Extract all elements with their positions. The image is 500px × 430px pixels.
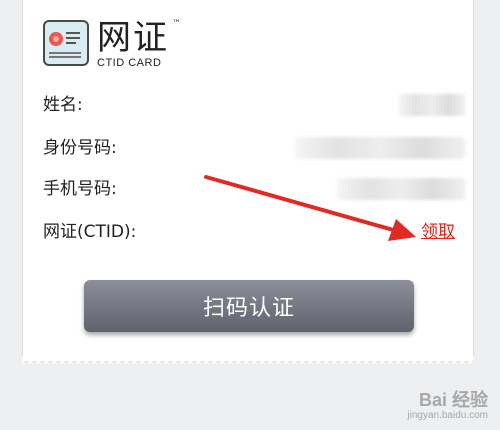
trademark-mark: ™: [172, 19, 183, 29]
field-label-id-number: 身份号码:: [43, 138, 117, 158]
field-label-phone: 手机号码:: [43, 179, 117, 199]
brand-subtitle: CTID CARD: [97, 57, 162, 69]
scan-verify-button[interactable]: 扫码认证: [84, 280, 414, 332]
blurred-value-id-number: [295, 137, 465, 159]
field-row-id-number: 身份号码:: [43, 135, 465, 161]
baidu-watermark: Bai 经验 jingyan.baidu.com: [407, 390, 488, 422]
claim-link[interactable]: 领取: [421, 219, 455, 245]
blurred-value-phone: [337, 178, 465, 200]
ctid-card-panel: 网证 ™ CTID CARD 姓名: 身份号码: 手机号码: 网证(CTID):…: [22, 0, 474, 362]
blurred-value-name: [399, 94, 465, 116]
field-row-phone: 手机号码:: [43, 176, 465, 202]
brand-name: 网证 ™: [97, 18, 183, 58]
watermark-main: Bai 经验: [418, 390, 488, 410]
id-card-icon: [43, 20, 89, 66]
field-row-name: 姓名:: [43, 92, 465, 118]
card-zigzag-edge: [22, 356, 474, 364]
field-row-ctid: 网证(CTID): 领取: [43, 219, 465, 245]
brand-logo: 网证 ™ CTID CARD: [43, 18, 183, 72]
field-label-name: 姓名:: [43, 95, 83, 115]
watermark-sub: jingyan.baidu.com: [407, 410, 488, 421]
field-label-ctid: 网证(CTID):: [43, 222, 137, 242]
